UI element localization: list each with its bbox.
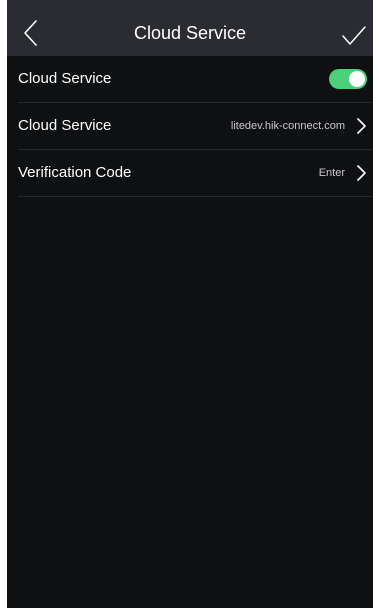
page-title: Cloud Service <box>133 23 247 43</box>
title-bar: Cloud Service <box>7 0 373 56</box>
checkmark-icon[interactable] <box>341 25 367 47</box>
verification-code-label: Verification Code <box>18 164 132 181</box>
verification-code-value: Enter <box>318 167 345 179</box>
cloud-service-screen: Cloud Service Cloud Service Cloud Servic… <box>7 0 373 608</box>
server-address-row[interactable]: Cloud Service litedev.hik-connect.com <box>18 103 373 150</box>
server-address-label: Cloud Service <box>18 117 112 134</box>
cloud-service-toggle-row: Cloud Service <box>18 56 373 103</box>
chevron-right-icon <box>357 165 366 181</box>
toggle-knob <box>349 71 365 87</box>
cloud-service-toggle[interactable] <box>329 69 367 89</box>
verification-code-row[interactable]: Verification Code Enter <box>18 150 373 197</box>
chevron-right-icon <box>357 118 366 134</box>
cloud-service-toggle-label: Cloud Service <box>18 70 112 87</box>
server-address-value: litedev.hik-connect.com <box>230 120 345 132</box>
